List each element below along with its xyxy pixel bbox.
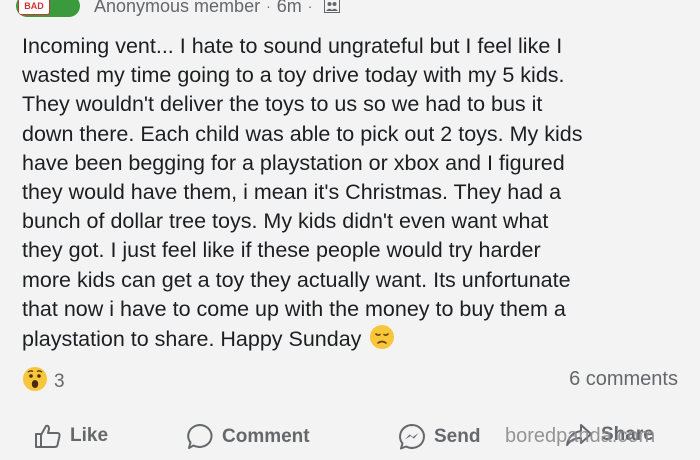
send-button[interactable]: Send <box>398 423 480 451</box>
separator: · <box>307 0 313 14</box>
like-label: Like <box>70 425 109 446</box>
separator: · <box>266 0 271 14</box>
post-time[interactable]: 6m <box>277 0 302 17</box>
comment-button[interactable]: Comment <box>186 423 310 451</box>
watermark: boredpanda.com <box>505 425 656 447</box>
author-name[interactable]: Anonymous member <box>94 0 260 17</box>
post-body: Incoming vent... I hate to sound ungrate… <box>22 34 583 352</box>
disappointed-face-icon <box>369 324 395 358</box>
members-icon <box>324 0 341 13</box>
reaction-summary[interactable]: 3 <box>22 366 65 397</box>
comment-label: Comment <box>222 426 310 447</box>
thumbs-up-icon <box>35 424 61 448</box>
group-badge[interactable]: BAD <box>16 0 80 17</box>
comments-count[interactable]: 6 comments <box>569 368 678 391</box>
wow-face-icon <box>22 366 48 397</box>
comment-icon <box>187 424 213 449</box>
post-header: BAD Anonymous member · 6m · <box>16 0 341 21</box>
like-button[interactable]: Like <box>34 423 108 449</box>
reaction-count: 3 <box>54 370 65 392</box>
messenger-icon <box>399 424 425 450</box>
post-text: Incoming vent... I hate to sound ungrate… <box>22 32 684 358</box>
post-card: BAD Anonymous member · 6m · Incoming ven… <box>0 0 700 460</box>
badge-label: BAD <box>18 0 50 15</box>
send-label: Send <box>434 426 481 447</box>
